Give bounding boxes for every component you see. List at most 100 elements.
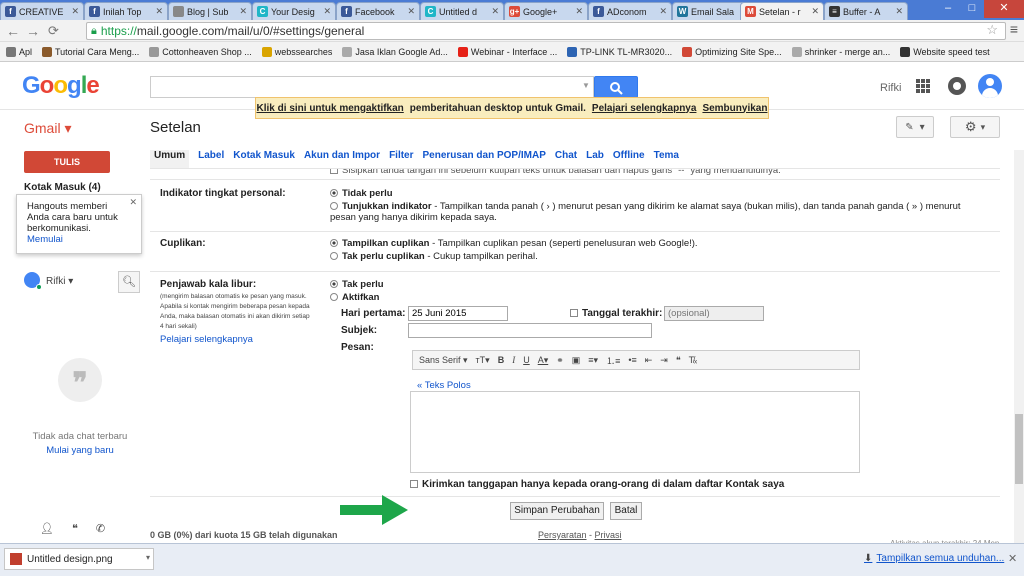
tab-chat[interactable]: Chat [555,150,577,168]
avatar[interactable] [978,74,1002,98]
minimize-icon[interactable]: – [936,0,960,18]
tab-offline[interactable]: Offline [613,150,645,168]
start-new-chat-link[interactable]: Mulai yang baru [20,445,140,456]
close-tab-icon[interactable]: ✕ [71,6,79,17]
chat-user-menu[interactable]: Rifki ▾ [46,276,73,287]
maximize-icon[interactable]: □ [960,0,984,18]
apps-grid-icon[interactable] [916,79,930,93]
tab-kotak-masuk[interactable]: Kotak Masuk [233,150,295,168]
save-changes-button[interactable]: Simpan Perubahan [510,502,604,520]
address-bar[interactable]: 🔒︎ https://mail.google.com/mail/u/0/#set… [86,22,1006,40]
text-color-icon[interactable]: A▾ [538,355,549,366]
phone-icon[interactable]: ✆ [96,522,105,535]
bookmark-item[interactable]: shrinker - merge an... [791,46,890,57]
quote-icon[interactable]: ❝ [676,355,681,366]
tab-label[interactable]: Label [198,150,224,168]
tab-filter[interactable]: Filter [389,150,413,168]
vacation-opt-on[interactable]: Aktifkan [330,292,980,303]
learn-more-link[interactable]: Pelajari selengkapnya [592,103,697,114]
search-options-icon[interactable]: ▼ [582,81,590,90]
contacts-only-option[interactable]: Kirimkan tanggapan hanya kepada orang-or… [410,479,784,490]
browser-menu-icon[interactable]: ≡ [1010,21,1018,37]
browser-tab[interactable]: C Your Desig ✕ [252,2,336,20]
bold-icon[interactable]: B [498,355,505,365]
get-started-link[interactable]: Memulai [27,234,63,245]
download-item[interactable]: Untitled design.png [4,548,154,570]
browser-tab[interactable]: f Inilah Top ✕ [84,2,168,20]
vacation-opt-off[interactable]: Tak perlu [330,279,980,290]
forward-icon[interactable]: → [26,23,40,39]
enable-notifications-link[interactable]: Klik di sini untuk mengaktifkan [257,103,404,114]
show-all-downloads-link[interactable]: ⬇ Tampilkan semua unduhan... [864,553,1004,564]
tab-tema[interactable]: Tema [654,150,679,168]
signature-checkbox[interactable] [330,169,338,174]
bookmark-item[interactable]: Cottonheaven Shop ... [149,46,252,57]
bookmark-item[interactable]: Optimizing Site Spe... [682,46,782,57]
browser-tab[interactable]: C Untitled d ✕ [420,2,504,20]
bookmark-item[interactable]: Website speed test [900,46,990,57]
font-size-icon[interactable]: тT▾ [476,355,490,366]
first-day-input[interactable] [408,306,508,321]
signature-option[interactable]: Sisipkan tanda tangan ini sebelum kutipa… [330,169,980,176]
italic-icon[interactable]: I [512,355,515,365]
remove-formatting-icon[interactable]: T̸ₓ [689,355,697,365]
close-window-icon[interactable]: ✕ [984,0,1024,18]
reload-icon[interactable]: ⟳ [48,23,59,39]
browser-tab[interactable]: Blog | Sub ✕ [168,2,252,20]
search-button[interactable] [594,76,638,98]
bookmark-star-icon[interactable]: ☆ [986,22,998,38]
terms-link[interactable]: Persyaratan [538,530,587,540]
gmail-menu[interactable]: Gmail ▾ [24,120,71,137]
google-logo[interactable]: Google [22,72,100,100]
last-day-option[interactable]: Tanggal terakhir: [570,308,662,319]
browser-tab[interactable]: f ADconom ✕ [588,2,672,20]
back-icon[interactable]: ← [6,23,20,39]
align-icon[interactable]: ≡▾ [588,355,598,366]
link-icon[interactable]: ⚭ [556,355,564,366]
bookmark-item[interactable]: Tutorial Cara Meng... [42,46,139,57]
browser-tab[interactable]: f Facebook ✕ [336,2,420,20]
subject-input[interactable] [408,323,652,338]
personal-opt-show[interactable]: Tunjukkan indikator - Tampilkan tanda pa… [330,201,980,223]
browser-tab[interactable]: M Setelan - r ✕ [740,2,824,20]
snippet-opt-show[interactable]: Tampilkan cuplikan - Tampilkan cuplikan … [330,238,980,249]
vacation-learn-more-link[interactable]: Pelajari selengkapnya [160,334,253,345]
compose-button[interactable]: TULIS [24,151,110,173]
browser-tab[interactable]: ≡ Buffer - A ✕ [824,2,908,20]
image-icon[interactable]: ▣ [572,355,581,366]
plain-text-link[interactable]: « Teks Polos [417,380,471,391]
browser-tab[interactable]: g+ Google+ ✕ [504,2,588,20]
browser-tab[interactable]: f CREATIVE ✕ [0,2,84,20]
user-name[interactable]: Rifki [880,82,901,94]
bookmark-item[interactable]: TP-LINK TL-MR3020... [567,46,672,57]
cancel-button[interactable]: Batal [610,502,642,520]
bookmark-item[interactable]: Apl [6,46,32,57]
contacts-icon[interactable]: 👤︎ [40,522,54,535]
close-tab-icon[interactable]: ✕ [895,6,903,17]
scrollbar-thumb[interactable] [1015,414,1023,484]
input-tools-button[interactable]: ✎ ▾ [896,116,934,138]
bulleted-list-icon[interactable]: •≡ [628,355,636,365]
privacy-link[interactable]: Privasi [595,530,622,540]
notifications-icon[interactable] [948,77,966,95]
bookmark-item[interactable]: Jasa Iklan Google Ad... [342,46,448,57]
chat-search-button[interactable]: 🔍︎ [118,271,140,293]
hangouts-chat-icon[interactable]: ❝ [72,522,78,535]
tab-umum[interactable]: Umum [150,150,190,168]
chevron-down-icon[interactable]: ▾ [146,553,150,562]
indent-more-icon[interactable]: ⇥ [660,355,668,366]
snippet-opt-hide[interactable]: Tak perlu cuplikan - Cukup tampilkan per… [330,251,980,262]
indent-less-icon[interactable]: ⇤ [645,355,653,366]
underline-icon[interactable]: U [523,355,530,365]
message-body-editor[interactable] [410,391,860,473]
close-tab-icon[interactable]: ✕ [155,6,163,17]
close-tab-icon[interactable]: ✕ [491,6,499,17]
search-input[interactable] [150,76,594,98]
settings-button[interactable]: ⚙ ▾ [950,116,1000,138]
close-tab-icon[interactable]: ✕ [811,6,819,17]
font-select[interactable]: Sans Serif ▾ [419,355,468,366]
close-tab-icon[interactable]: ✕ [659,6,667,17]
tab-akun-dan-impor[interactable]: Akun dan Impor [304,150,380,168]
personal-opt-none[interactable]: Tidak perlu [330,188,980,199]
close-tab-icon[interactable]: ✕ [575,6,583,17]
